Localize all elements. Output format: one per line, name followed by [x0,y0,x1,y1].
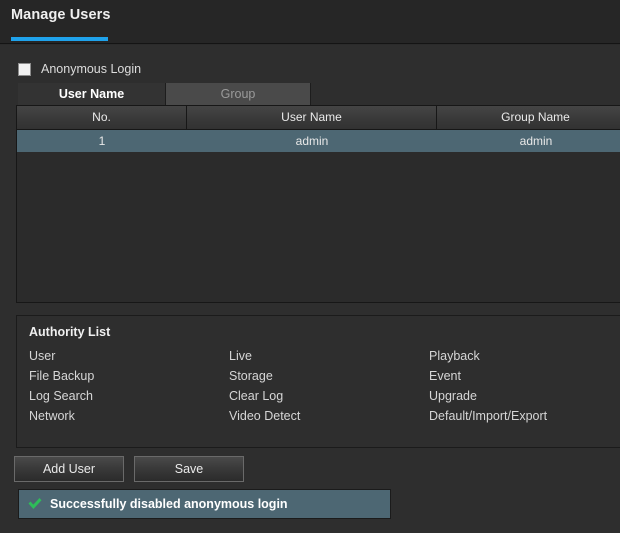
authority-item[interactable]: Network [29,406,229,426]
title-accent-underline [11,37,108,41]
authority-item[interactable]: Video Detect [229,406,429,426]
status-toast: Successfully disabled anonymous login [18,489,391,519]
authority-column-1: User File Backup Log Search Network [29,346,229,426]
authority-column-3: Playback Event Upgrade Default/Import/Ex… [429,346,620,426]
authority-item[interactable]: User [29,346,229,366]
table-row[interactable]: 1 admin admin [17,130,620,152]
authority-item[interactable]: Upgrade [429,386,620,406]
manage-users-panel: Anonymous Login User Name Group No. User… [0,45,620,533]
authority-item[interactable]: Log Search [29,386,229,406]
column-header-no[interactable]: No. [17,106,187,129]
column-header-group-name[interactable]: Group Name [437,106,620,129]
table-header-row: No. User Name Group Name [17,106,620,130]
cell-user-name: admin [187,130,437,152]
tab-user-name[interactable]: User Name [18,83,166,105]
authority-list-title: Authority List [29,325,110,339]
authority-list-columns: User File Backup Log Search Network Live… [29,346,620,426]
anonymous-login-label: Anonymous Login [41,62,141,76]
cell-group-name: admin [437,130,620,152]
tab-group[interactable]: Group [166,83,311,105]
authority-item[interactable]: Clear Log [229,386,429,406]
check-icon [27,496,43,512]
page-title: Manage Users [11,7,111,23]
cell-no: 1 [17,130,187,152]
anonymous-login-checkbox[interactable] [18,63,31,76]
action-buttons: Add User Save [14,456,254,482]
authority-item[interactable]: Playback [429,346,620,366]
column-header-user-name[interactable]: User Name [187,106,437,129]
authority-item[interactable]: Event [429,366,620,386]
authority-column-2: Live Storage Clear Log Video Detect [229,346,429,426]
anonymous-login-row[interactable]: Anonymous Login [18,62,141,76]
users-table: No. User Name Group Name 1 admin admin [16,105,620,303]
authority-item[interactable]: Live [229,346,429,366]
authority-item[interactable]: File Backup [29,366,229,386]
authority-list-panel: Authority List User File Backup Log Sear… [16,315,620,448]
save-button[interactable]: Save [134,456,244,482]
status-toast-message: Successfully disabled anonymous login [50,497,288,511]
page-header: Manage Users [0,0,620,44]
add-user-button[interactable]: Add User [14,456,124,482]
user-group-tabs: User Name Group [18,83,311,105]
authority-item[interactable]: Default/Import/Export [429,406,620,426]
authority-item[interactable]: Storage [229,366,429,386]
